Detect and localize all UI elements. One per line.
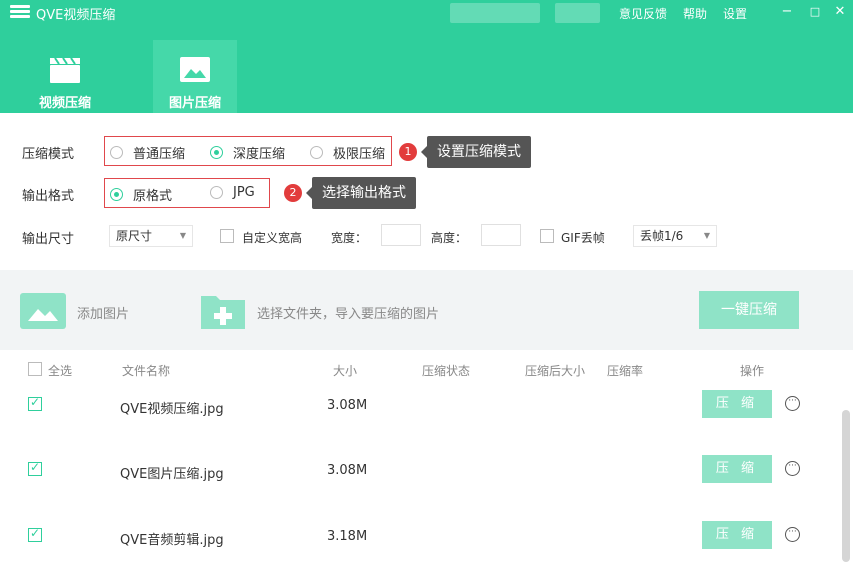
table-row: QVE图片压缩.jpg 3.08M 压 缩 ··· (0, 455, 838, 501)
select-folder-button[interactable]: 选择文件夹，导入要压缩的图片 (257, 303, 439, 322)
file-toolbar: 添加图片 选择文件夹，导入要压缩的图片 一键压缩 (0, 270, 853, 350)
file-size: 3.08M (327, 398, 368, 413)
settings-link[interactable]: 设置 (723, 5, 747, 22)
gif-frame-select[interactable]: 丢帧1/6 ▼ (633, 225, 717, 247)
output-size-label: 输出尺寸 (22, 232, 75, 247)
feedback-link[interactable]: 意见反馈 (619, 5, 667, 22)
radio-label: 普通压缩 (133, 147, 186, 162)
output-format-label: 输出格式 (22, 189, 75, 204)
more-options-icon[interactable]: ··· (785, 527, 800, 542)
clapperboard-icon (50, 57, 80, 83)
radio-label: 极限压缩 (333, 147, 386, 162)
radio-jpg-format[interactable]: JPG (210, 185, 255, 200)
more-options-icon[interactable]: ··· (785, 396, 800, 411)
height-label: 高度： (431, 231, 468, 245)
row-checkbox[interactable] (28, 395, 42, 411)
one-click-compress-button[interactable]: 一键压缩 (699, 291, 799, 329)
radio-circle (110, 188, 123, 201)
file-name: QVE图片压缩.jpg (120, 467, 224, 482)
file-size: 3.18M (327, 529, 368, 544)
tab-video-compress[interactable]: 视频压缩 (23, 40, 107, 113)
help-link[interactable]: 帮助 (683, 5, 707, 22)
step-badge-2: 2 (284, 184, 302, 202)
mode-tooltip: 设置压缩模式 (421, 136, 531, 168)
width-label: 宽度： (331, 231, 368, 245)
add-image-button[interactable]: 添加图片 (77, 303, 129, 322)
add-image-icon[interactable] (20, 293, 66, 329)
row-compress-button[interactable]: 压 缩 (702, 390, 772, 418)
radio-deep-compress[interactable]: 深度压缩 (210, 143, 285, 162)
list-scrollbar[interactable] (842, 410, 850, 562)
compress-mode-label: 压缩模式 (22, 147, 75, 162)
column-after-size: 压缩后大小 (525, 364, 586, 378)
more-options-icon[interactable]: ··· (785, 461, 800, 476)
maximize-button[interactable]: □ (805, 3, 825, 21)
image-icon (180, 57, 210, 82)
app-logo-icon (10, 5, 30, 21)
column-ratio: 压缩率 (607, 364, 644, 378)
column-status: 压缩状态 (422, 364, 471, 378)
radio-circle (310, 146, 323, 159)
height-input[interactable] (481, 224, 521, 246)
column-size: 大小 (333, 364, 358, 378)
radio-original-format[interactable]: 原格式 (110, 185, 172, 204)
table-row: QVE视频压缩.jpg 3.08M 压 缩 ··· (0, 390, 838, 436)
title-bar: QVE视频压缩 意见反馈 帮助 设置 − □ ✕ (0, 0, 853, 26)
tab-label: 视频压缩 (38, 96, 91, 111)
file-size: 3.08M (327, 463, 368, 478)
row-compress-button[interactable]: 压 缩 (702, 521, 772, 549)
file-name: QVE视频压缩.jpg (120, 402, 224, 417)
column-name: 文件名称 (122, 364, 171, 378)
select-value: 原尺寸 (116, 229, 153, 243)
radio-circle (110, 146, 123, 159)
radio-label: JPG (233, 185, 255, 200)
folder-plus-icon[interactable] (200, 292, 246, 330)
custom-size-checkbox[interactable] (220, 229, 234, 243)
image-icon (28, 309, 58, 321)
row-checkbox[interactable] (28, 460, 42, 476)
select-all-checkbox[interactable] (28, 362, 42, 376)
radio-circle (210, 186, 223, 199)
file-list-header: 全选 文件名称 大小 压缩状态 压缩后大小 压缩率 操作 (0, 358, 853, 382)
radio-label: 原格式 (133, 189, 173, 204)
tab-image-compress[interactable]: 图片压缩 (153, 40, 237, 113)
table-row: QVE音频剪辑.jpg 3.18M 压 缩 ··· (0, 521, 838, 562)
step-badge-1: 1 (399, 143, 417, 161)
file-name: QVE音频剪辑.jpg (120, 533, 224, 548)
select-value: 丢帧1/6 (640, 229, 684, 243)
radio-normal-compress[interactable]: 普通压缩 (110, 143, 185, 162)
blurred-region (555, 3, 600, 23)
app-header: QVE视频压缩 意见反馈 帮助 设置 − □ ✕ 视频压缩 图片压缩 (0, 0, 853, 113)
app-title: QVE视频压缩 (36, 8, 116, 23)
custom-size-label: 自定义宽高 (242, 231, 303, 245)
row-compress-button[interactable]: 压 缩 (702, 455, 772, 483)
size-select[interactable]: 原尺寸 ▼ (109, 225, 193, 247)
width-input[interactable] (381, 224, 421, 246)
row-checkbox[interactable] (28, 526, 42, 542)
gif-drop-frame-checkbox[interactable] (540, 229, 554, 243)
format-tooltip: 选择输出格式 (306, 177, 416, 209)
tab-label: 图片压缩 (168, 96, 221, 111)
radio-label: 深度压缩 (233, 147, 286, 162)
column-action: 操作 (740, 364, 765, 378)
minimize-button[interactable]: − (777, 3, 797, 21)
radio-extreme-compress[interactable]: 极限压缩 (310, 143, 385, 162)
dropdown-arrow-icon: ▼ (703, 231, 710, 240)
gif-drop-frame-label: GIF丢帧 (561, 231, 605, 245)
blurred-region (450, 3, 540, 23)
select-all-label: 全选 (48, 364, 73, 378)
dropdown-arrow-icon: ▼ (179, 231, 186, 240)
radio-circle (210, 146, 223, 159)
close-button[interactable]: ✕ (830, 3, 850, 21)
